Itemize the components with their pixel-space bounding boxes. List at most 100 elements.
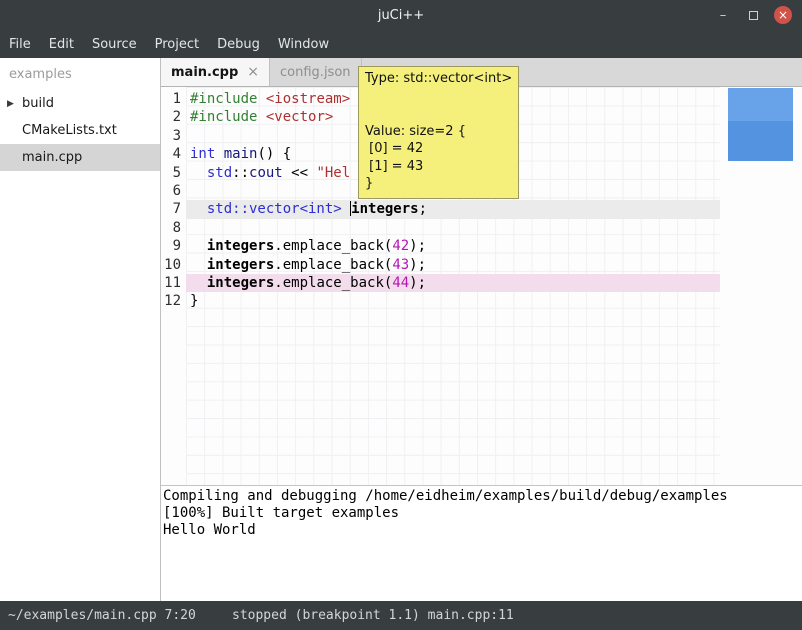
code-token: <<	[283, 165, 317, 181]
code-token: 43	[392, 257, 409, 273]
code-token: "Hel	[316, 165, 350, 181]
code-token: std::vector<int>	[207, 201, 342, 217]
line-number: 11	[161, 274, 181, 292]
code-token	[190, 201, 207, 217]
tree-item-label: main.cpp	[22, 150, 82, 165]
code-token: ;	[419, 201, 427, 217]
code-token: .emplace_back(	[274, 238, 392, 254]
code-line-12[interactable]: }	[186, 292, 720, 310]
menu-item-source[interactable]: Source	[83, 30, 146, 58]
output-panel[interactable]: Compiling and debugging /home/eidheim/ex…	[161, 486, 802, 601]
code-token: ::	[232, 165, 249, 181]
code-token: #include	[190, 109, 257, 125]
menu-item-window[interactable]: Window	[269, 30, 338, 58]
line-number: 3	[161, 127, 181, 145]
code-line-9[interactable]: integers.emplace_back(42);	[186, 237, 720, 255]
code-token: 44	[392, 275, 409, 291]
code-token	[190, 238, 207, 254]
restore-button[interactable]	[744, 6, 762, 24]
tooltip-line: [1] = 43	[365, 158, 512, 176]
code-token: <vector>	[266, 109, 333, 125]
debug-value-tooltip: Type: std::vector<int>Value: size=2 { [0…	[358, 66, 519, 199]
line-number: 2	[161, 108, 181, 126]
tab-label: config.json	[280, 65, 351, 80]
tab-label: main.cpp	[171, 65, 238, 80]
line-number: 10	[161, 256, 181, 274]
tooltip-line: [0] = 42	[365, 140, 512, 158]
minimize-button[interactable]: –	[714, 6, 732, 24]
titlebar[interactable]: juCi++ – ×	[0, 0, 802, 30]
line-number: 9	[161, 237, 181, 255]
tree-item-label: build	[22, 96, 54, 111]
code-token	[257, 91, 265, 107]
tab-close-icon[interactable]: ×	[247, 64, 259, 80]
line-number: 1	[161, 90, 181, 108]
code-token	[190, 275, 207, 291]
code-line-11[interactable]: integers.emplace_back(44);	[186, 274, 720, 292]
code-token: .emplace_back(	[274, 257, 392, 273]
output-line: Hello World	[163, 522, 802, 539]
output-line: [100%] Built target examples	[163, 505, 802, 522]
code-token	[215, 146, 223, 162]
line-number: 12	[161, 292, 181, 310]
file-tree: ▶ build CMakeLists.txt main.cpp	[0, 90, 160, 171]
menubar: FileEditSourceProjectDebugWindow	[0, 30, 802, 58]
code-token: integers	[207, 238, 274, 254]
minimap	[720, 87, 802, 485]
tooltip-line	[365, 105, 512, 123]
file-sidebar: examples ▶ build CMakeLists.txt main.cpp	[0, 58, 160, 601]
tooltip-line: }	[365, 175, 512, 193]
tree-item-build[interactable]: ▶ build	[0, 90, 160, 117]
code-token: cout	[249, 165, 283, 181]
code-token: #include	[190, 91, 257, 107]
tree-item-main-cpp[interactable]: main.cpp	[0, 144, 160, 171]
line-number: 7	[161, 200, 181, 218]
code-token	[342, 201, 350, 217]
line-number: 6	[161, 182, 181, 200]
code-token: }	[190, 293, 198, 309]
close-button[interactable]: ×	[774, 6, 792, 24]
menu-item-edit[interactable]: Edit	[40, 30, 83, 58]
status-debug-state: stopped (breakpoint 1.1) main.cpp:11	[232, 608, 514, 623]
tab-main-cpp[interactable]: main.cpp ×	[161, 58, 270, 86]
code-token: std	[207, 165, 232, 181]
code-token: );	[409, 238, 426, 254]
statusbar: ~/examples/main.cpp 7:20 stopped (breakp…	[0, 601, 802, 630]
code-token: integers	[207, 275, 274, 291]
status-file-position: ~/examples/main.cpp 7:20	[0, 608, 232, 623]
tooltip-line: Value: size=2 {	[365, 123, 512, 141]
tooltip-line	[365, 88, 512, 106]
code-token: <iostream>	[266, 91, 350, 107]
menu-item-project[interactable]: Project	[146, 30, 208, 58]
project-name: examples	[0, 58, 160, 90]
line-number: 5	[161, 164, 181, 182]
tree-item-label: CMakeLists.txt	[22, 123, 117, 138]
menu-item-debug[interactable]: Debug	[208, 30, 269, 58]
code-token: integers	[351, 201, 418, 217]
tab-config-json[interactable]: config.json	[270, 58, 362, 86]
code-token: main	[224, 146, 258, 162]
code-token	[257, 109, 265, 125]
code-token: integers	[207, 257, 274, 273]
restore-icon	[749, 11, 758, 20]
app-window: juCi++ – × FileEditSourceProjectDebugWin…	[0, 0, 802, 630]
expander-icon[interactable]: ▶	[7, 99, 14, 109]
tooltip-line: Type: std::vector<int>	[365, 70, 512, 88]
code-token: );	[409, 257, 426, 273]
minimap-viewport-thumb[interactable]	[728, 88, 793, 161]
code-token: 42	[392, 238, 409, 254]
line-number: 8	[161, 219, 181, 237]
code-line-7[interactable]: std::vector<int> integers;	[186, 200, 720, 218]
code-token: int	[190, 146, 215, 162]
tree-item-cmakelists-txt[interactable]: CMakeLists.txt	[0, 117, 160, 144]
code-line-10[interactable]: integers.emplace_back(43);	[186, 256, 720, 274]
code-line-8[interactable]	[186, 219, 720, 237]
window-controls: – ×	[714, 0, 792, 30]
code-token: .emplace_back(	[274, 275, 392, 291]
gutter: 123456789101112	[161, 87, 186, 485]
code-token: );	[409, 275, 426, 291]
code-token	[190, 165, 207, 181]
code-token	[190, 257, 207, 273]
menu-item-file[interactable]: File	[0, 30, 40, 58]
line-number: 4	[161, 145, 181, 163]
